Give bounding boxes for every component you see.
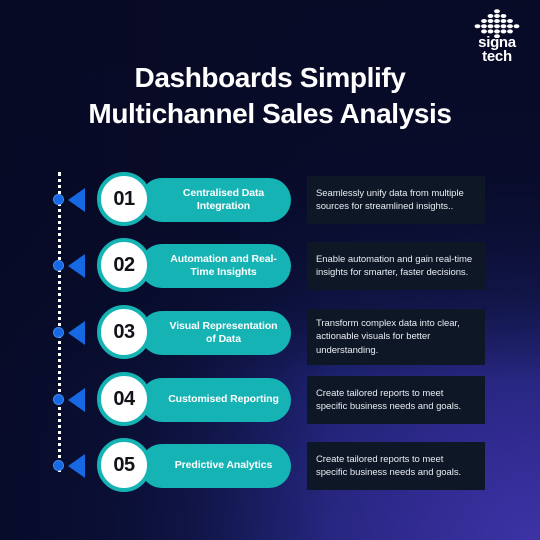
- step-number: 05: [113, 453, 135, 476]
- timeline-node-icon: [53, 194, 64, 205]
- arrow-left-icon: [68, 321, 85, 345]
- step-label: Predictive Analytics: [174, 459, 273, 472]
- step-pill[interactable]: Centralised Data Integration: [140, 178, 291, 222]
- step-pill[interactable]: Visual Representation of Data: [140, 311, 291, 355]
- timeline-node-icon: [53, 394, 64, 405]
- step-pill[interactable]: Predictive Analytics: [140, 444, 291, 488]
- timeline-node-icon: [53, 260, 64, 271]
- step-description: Seamlessly unify data from multiple sour…: [316, 187, 464, 212]
- step-number-badge: 04: [97, 372, 151, 426]
- arrow-left-icon: [68, 188, 85, 212]
- step-row[interactable]: Automation and Real-Time Insights 02 Enabl…: [0, 238, 540, 294]
- step-number: 01: [113, 187, 135, 210]
- step-description-panel: Enable automation and gain real-time ins…: [307, 242, 485, 290]
- page-title-line1: Dashboards Simplify: [134, 62, 406, 93]
- step-row[interactable]: Visual Representation of Data 03 Transform…: [0, 305, 540, 366]
- step-pill[interactable]: Customised Reporting: [140, 378, 291, 422]
- step-row[interactable]: Centralised Data Integration 01 Seamlessly…: [0, 172, 540, 228]
- step-label: Customised Reporting: [168, 393, 279, 406]
- step-label: Automation and Real-Time Insights: [170, 252, 277, 278]
- step-description: Create tailored reports to meet specific…: [316, 387, 462, 412]
- step-description-panel: Create tailored reports to meet specific…: [307, 442, 485, 490]
- step-label: Centralised Data Integration: [182, 186, 265, 212]
- step-number-badge: 03: [97, 305, 151, 359]
- step-description: Enable automation and gain real-time ins…: [316, 253, 473, 278]
- step-row[interactable]: Predictive Analytics 05 Create tailored re…: [0, 438, 540, 494]
- step-label: Visual Representation of Data: [169, 319, 278, 345]
- step-description: Create tailored reports to meet specific…: [316, 453, 462, 478]
- step-number: 02: [113, 253, 135, 276]
- page-title-line2: Multichannel Sales Analysis: [88, 97, 452, 129]
- step-number-badge: 01: [97, 172, 151, 226]
- step-number-badge: 02: [97, 238, 151, 292]
- step-description-panel: Transform complex data into clear, actio…: [307, 309, 485, 366]
- timeline-node-icon: [53, 327, 64, 338]
- arrow-left-icon: [68, 254, 85, 278]
- step-number: 03: [113, 320, 135, 343]
- arrow-left-icon: [68, 388, 85, 412]
- step-number: 04: [113, 387, 135, 410]
- step-row[interactable]: Customised Reporting 04 Create tailored re…: [0, 372, 540, 428]
- timeline-node-icon: [53, 460, 64, 471]
- step-pill[interactable]: Automation and Real-Time Insights: [140, 244, 291, 288]
- infographic-canvas: signa tech Dashboards Simplify Multichan…: [0, 0, 540, 540]
- step-number-badge: 05: [97, 438, 151, 492]
- step-description: Transform complex data into clear, actio…: [316, 318, 460, 356]
- step-description-panel: Seamlessly unify data from multiple sour…: [307, 176, 485, 224]
- page-title: Dashboards Simplify Multichannel Sales A…: [48, 60, 492, 132]
- step-description-panel: Create tailored reports to meet specific…: [307, 376, 485, 424]
- arrow-left-icon: [68, 454, 85, 478]
